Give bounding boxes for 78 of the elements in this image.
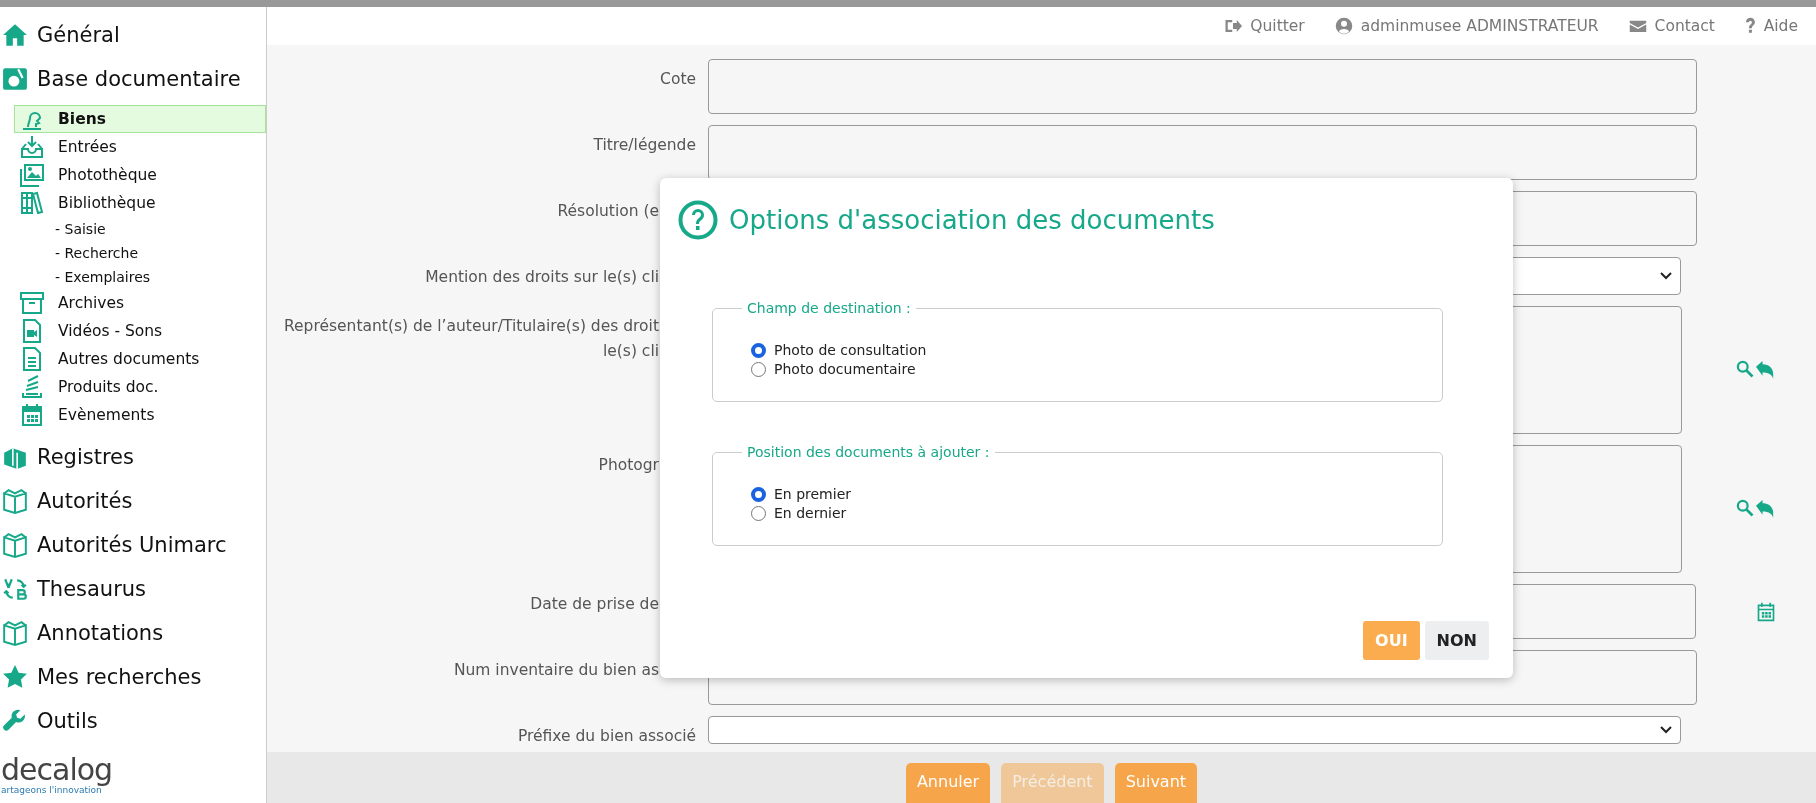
radio-button[interactable] bbox=[751, 342, 766, 358]
radio-label[interactable]: En premier bbox=[774, 486, 851, 502]
sidebar-item[interactable]: - Saisie bbox=[0, 217, 266, 241]
sidebar-item[interactable]: Registres bbox=[0, 435, 266, 479]
field-label: Représentant(s) de l’auteur/Titulaire(s) des droit bbox=[284, 316, 659, 337]
sidebar-item[interactable]: Biens bbox=[14, 105, 266, 133]
field-label: le(s) cli bbox=[602, 341, 659, 362]
field-label: Num inventaire du bien as bbox=[453, 660, 659, 681]
sidebar-item[interactable]: Entrées bbox=[0, 133, 266, 161]
logo-wordmark: decalog bbox=[1, 755, 113, 785]
question-circle-icon bbox=[678, 200, 718, 240]
sidebar-item[interactable]: Outils bbox=[0, 699, 266, 743]
group-legend: Position des documents à ajouter : bbox=[742, 444, 995, 460]
archive-box-icon bbox=[20, 291, 44, 315]
home-icon bbox=[2, 22, 28, 48]
dialog-title: Options d'association des documents bbox=[729, 205, 1215, 235]
sidebar-item[interactable]: Bibliothèque bbox=[0, 189, 266, 217]
top-bar-link[interactable]: Contact bbox=[1628, 17, 1715, 35]
search-icon[interactable] bbox=[1736, 499, 1754, 517]
top-bar-link[interactable]: adminmusee ADMINSTRATEUR bbox=[1334, 17, 1599, 35]
open-book-icon bbox=[2, 488, 28, 514]
select-field[interactable] bbox=[708, 716, 1681, 744]
images-icon bbox=[20, 163, 44, 187]
books-shelf-icon bbox=[20, 191, 44, 215]
radio-label[interactable]: En dernier bbox=[774, 505, 847, 521]
field-label: Résolution (e bbox=[557, 201, 659, 222]
sidebar-item[interactable]: Evènements bbox=[0, 401, 266, 429]
top-bar-link[interactable]: Aide bbox=[1744, 17, 1798, 35]
question-icon bbox=[1744, 17, 1756, 35]
sidebar-item[interactable]: Archives bbox=[0, 289, 266, 317]
calendar-icon bbox=[20, 403, 44, 427]
stack-icon bbox=[20, 375, 44, 399]
top-bar-link[interactable]: Quitter bbox=[1224, 17, 1305, 35]
text-field[interactable] bbox=[708, 59, 1697, 114]
sidebar-item[interactable]: Thesaurus bbox=[0, 567, 266, 611]
open-book-icon bbox=[2, 620, 28, 646]
calendar-icon[interactable] bbox=[1756, 601, 1776, 622]
sign-out-icon bbox=[1224, 17, 1243, 35]
group-legend: Champ de destination : bbox=[742, 300, 916, 316]
sidebar-item[interactable]: Produits doc. bbox=[0, 373, 266, 401]
field-label: Mention des droits sur le(s) cli bbox=[425, 267, 659, 288]
sidebar-item[interactable]: Photothèque bbox=[0, 161, 266, 189]
star-icon bbox=[2, 664, 28, 690]
wrench-icon bbox=[2, 708, 28, 734]
sidebar-item[interactable]: Autorités Unimarc bbox=[0, 523, 266, 567]
search-icon[interactable] bbox=[1736, 360, 1754, 378]
sidebar-item[interactable]: - Exemplaires bbox=[0, 265, 266, 289]
undo-arrow-icon[interactable] bbox=[1756, 499, 1774, 519]
field-label: Date de prise de bbox=[530, 594, 659, 615]
dialog-button[interactable]: NON bbox=[1424, 621, 1489, 660]
field-label: Cote bbox=[660, 69, 696, 90]
chevron-down-icon bbox=[1660, 272, 1672, 280]
logo-tagline: artageons l'innovation bbox=[1, 785, 102, 795]
open-book-icon bbox=[2, 532, 28, 558]
sidebar-item[interactable]: Mes recherches bbox=[0, 655, 266, 699]
radio-button[interactable] bbox=[751, 486, 766, 502]
user-circle-icon bbox=[1334, 17, 1353, 35]
radio-button[interactable] bbox=[751, 361, 766, 377]
sidebar-item[interactable]: Base documentaire bbox=[0, 57, 266, 101]
document-icon bbox=[20, 347, 44, 371]
sidebar-item[interactable]: Vidéos - Sons bbox=[0, 317, 266, 345]
undo-arrow-icon[interactable] bbox=[1756, 360, 1774, 380]
sidebar-item[interactable]: Autres documents bbox=[0, 345, 266, 373]
radio-label[interactable]: Photo de consultation bbox=[774, 342, 927, 358]
radio-button[interactable] bbox=[751, 505, 766, 521]
field-label: Préfixe du bien associé bbox=[517, 726, 696, 747]
chevron-down-icon bbox=[1660, 726, 1672, 734]
ab-arrows-icon bbox=[2, 576, 28, 602]
video-file-icon bbox=[20, 319, 44, 343]
sidebar-item[interactable]: Autorités bbox=[0, 479, 266, 523]
field-label: Photogr bbox=[598, 455, 659, 476]
sidebar-item[interactable]: - Recherche bbox=[0, 241, 266, 265]
field-label: Titre/légende bbox=[593, 135, 696, 156]
sidebar-item[interactable]: Annotations bbox=[0, 611, 266, 655]
sidebar-item[interactable]: Général bbox=[0, 13, 266, 57]
radio-label[interactable]: Photo documentaire bbox=[774, 361, 916, 377]
text-field[interactable] bbox=[708, 125, 1697, 180]
inbox-download-icon bbox=[20, 135, 44, 159]
